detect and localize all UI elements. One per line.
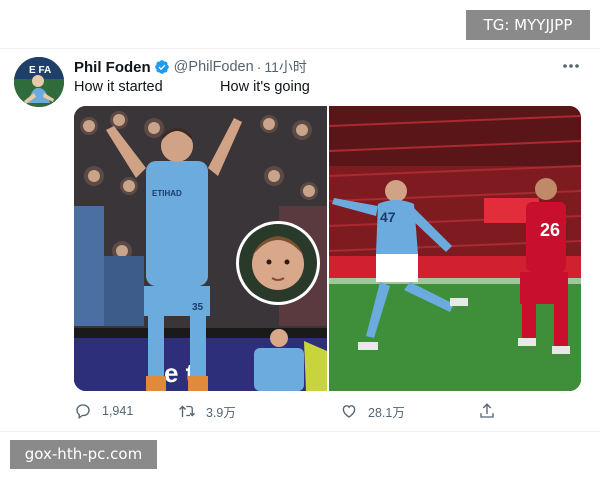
- right-shirt-number-red: 26: [540, 220, 560, 240]
- retweet-count: 3.9万: [206, 405, 236, 420]
- tweet-media[interactable]: e t ETIHAD 35 47 26: [74, 106, 581, 391]
- left-jersey-text: ETIHAD: [152, 189, 182, 198]
- timestamp[interactable]: 11小时: [264, 57, 307, 77]
- watermark-top: TG: MYYJJPP: [466, 10, 590, 40]
- media-image: e t ETIHAD 35 47 26: [74, 106, 581, 391]
- avatar[interactable]: E FA: [14, 57, 64, 107]
- heart-icon: [342, 405, 356, 418]
- like-button[interactable]: 28.1万: [340, 401, 405, 421]
- right-photo: 47 26: [328, 106, 581, 391]
- more-horizontal-icon[interactable]: [560, 56, 582, 76]
- share-icon: [480, 403, 494, 418]
- avatar-image: E FA: [14, 57, 64, 107]
- reply-button[interactable]: 1,941: [74, 401, 133, 421]
- share-button[interactable]: [478, 401, 496, 421]
- retweet-button[interactable]: 3.9万: [178, 401, 236, 421]
- watermark-bottom: gox-hth-pc.com: [10, 440, 157, 469]
- tweet-card[interactable]: E FA Phil Foden @PhilFoden · 11小时 How it…: [0, 48, 600, 432]
- left-shirt-number: 35: [192, 302, 204, 313]
- handle[interactable]: @PhilFoden: [174, 59, 254, 75]
- tweet-header: Phil Foden @PhilFoden · 11小时: [74, 57, 307, 77]
- like-count: 28.1万: [368, 405, 405, 420]
- left-photo: e t ETIHAD 35: [74, 106, 327, 391]
- tweet-text-left: How it started: [74, 79, 163, 95]
- verified-badge-icon: [154, 60, 169, 74]
- retweet-icon: [179, 405, 195, 417]
- reply-icon: [76, 404, 90, 420]
- tweet-actions: 1,941 3.9万 28.1万: [74, 401, 504, 421]
- separator-dot: ·: [256, 59, 262, 75]
- avatar-text: E FA: [29, 65, 51, 76]
- tweet-text-right: How it's going: [220, 79, 310, 95]
- right-shirt-number-blue: 47: [380, 209, 396, 225]
- display-name[interactable]: Phil Foden: [74, 59, 151, 76]
- reply-count: 1,941: [102, 404, 134, 418]
- tweet-text: How it started How it's going: [74, 79, 310, 95]
